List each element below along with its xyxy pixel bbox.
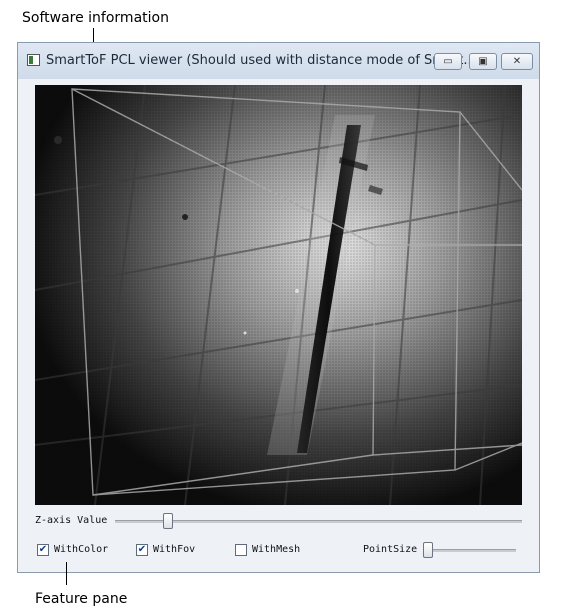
minimize-button[interactable]: ▭ <box>434 53 462 70</box>
z-axis-label: Z-axis Value <box>35 515 108 526</box>
point-size-label: PointSize <box>363 544 418 555</box>
point-cloud-viewport[interactable] <box>35 85 522 505</box>
feature-pane-callout: Feature pane <box>35 591 128 607</box>
title-bar[interactable]: SmartToF PCL viewer (Should used with di… <box>18 43 539 79</box>
checkmark-icon: ✔ <box>38 544 48 555</box>
app-icon <box>27 54 40 66</box>
pcl-viewer-window: SmartToF PCL viewer (Should used with di… <box>17 42 540 573</box>
with-fov-checkbox[interactable]: ✔ <box>136 544 148 556</box>
point-size-slider-thumb[interactable] <box>423 542 433 558</box>
feature-pane: Z-axis Value ✔ WithColor ✔ WithFov WithM… <box>18 505 539 574</box>
software-information-callout: Software information <box>22 10 169 26</box>
minimize-icon: ▭ <box>443 56 453 67</box>
with-color-label: WithColor <box>54 544 109 555</box>
point-cloud-render <box>35 85 522 505</box>
window-title: SmartToF PCL viewer (Should used with di… <box>46 53 476 68</box>
with-color-checkbox[interactable]: ✔ <box>37 544 49 556</box>
feature-pane-callout-line <box>66 562 67 585</box>
close-button[interactable]: ✕ <box>501 53 533 70</box>
with-fov-label: WithFov <box>153 544 196 555</box>
point-size-slider-track[interactable] <box>426 549 516 552</box>
z-axis-slider-track[interactable] <box>115 520 522 523</box>
checkmark-icon: ✔ <box>137 544 147 555</box>
restore-button[interactable]: ▣ <box>469 53 497 70</box>
with-mesh-label: WithMesh <box>252 544 301 555</box>
restore-icon: ▣ <box>478 56 488 67</box>
with-mesh-checkbox[interactable] <box>235 544 247 556</box>
close-icon: ✕ <box>512 56 522 67</box>
z-axis-slider-thumb[interactable] <box>162 513 173 529</box>
